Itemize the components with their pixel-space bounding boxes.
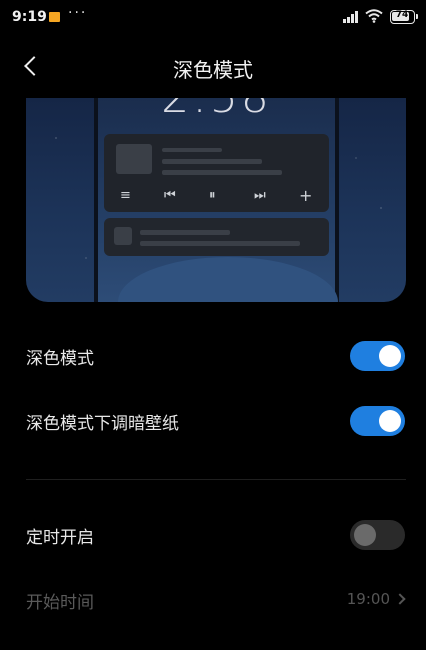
toggle-knob [354, 524, 376, 546]
previous-icon[interactable]: ⏮ [164, 188, 176, 203]
album-art [116, 144, 152, 174]
battery-icon: 74 [390, 10, 418, 24]
add-icon[interactable]: + [299, 186, 312, 205]
scheduled-toggle[interactable] [350, 520, 405, 550]
toggle-knob [379, 410, 401, 432]
playlist-icon[interactable]: ≡ [120, 188, 131, 203]
wifi-icon [365, 9, 383, 23]
preview-phone-screen: 2:58 ≡ ⏮ ⏸ ⏭ + [94, 98, 339, 302]
status-time: 9:19 [12, 9, 47, 25]
player-controls: ≡ ⏮ ⏸ ⏭ + [104, 186, 329, 212]
dim-wallpaper-toggle[interactable] [350, 406, 405, 436]
toggle-knob [379, 345, 401, 367]
preview-clock: 2:58 [98, 98, 335, 123]
setting-label: 深色模式下调暗壁纸 [26, 414, 179, 434]
setting-label: 开始时间 [26, 593, 94, 613]
dark-mode-settings-screen: 9:19 ··· 74 深色模式 2:58 [0, 0, 426, 650]
message-icon [49, 12, 60, 22]
page-title: 深色模式 [173, 58, 253, 82]
setting-label: 定时开启 [26, 528, 94, 548]
cell-signal-icon [343, 11, 359, 23]
preview-music-player: ≡ ⏮ ⏸ ⏭ + [104, 134, 329, 212]
divider [26, 479, 406, 480]
dark-mode-preview: 2:58 ≡ ⏮ ⏸ ⏭ + [26, 98, 406, 302]
next-icon[interactable]: ⏭ [254, 188, 266, 203]
chevron-right-icon [394, 593, 406, 605]
setting-dark-mode[interactable]: 深色模式 [0, 331, 426, 381]
setting-scheduled[interactable]: 定时开启 [0, 510, 426, 560]
pause-icon[interactable]: ⏸ [209, 188, 216, 203]
preview-notification [104, 218, 329, 256]
notification-app-icon [114, 227, 132, 245]
setting-label: 深色模式 [26, 349, 94, 369]
setting-dim-wallpaper[interactable]: 深色模式下调暗壁纸 [0, 396, 426, 446]
more-notifications-icon: ··· [68, 5, 88, 21]
start-time-value: 19:00 [346, 590, 390, 608]
status-bar: 9:19 ··· 74 [0, 0, 426, 36]
battery-level: 74 [395, 10, 409, 20]
setting-start-time[interactable]: 开始时间 19:00 [0, 575, 426, 625]
dark-mode-toggle[interactable] [350, 341, 405, 371]
header: 深色模式 [0, 46, 426, 90]
